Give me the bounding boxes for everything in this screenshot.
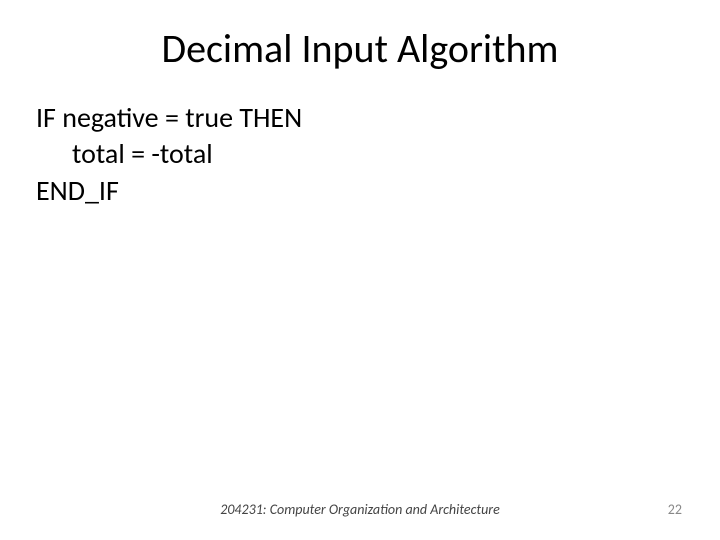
code-line-3: END_IF <box>36 173 684 209</box>
page-number: 22 <box>668 501 682 518</box>
slide-title: Decimal Input Algorithm <box>0 24 720 73</box>
code-line-1: IF negative = true THEN <box>36 100 684 136</box>
footer-text: 204231: Computer Organization and Archit… <box>0 501 720 518</box>
slide-body: IF negative = true THEN total = -total E… <box>36 100 684 209</box>
slide: Decimal Input Algorithm IF negative = tr… <box>0 0 720 540</box>
code-line-2: total = -total <box>36 136 684 172</box>
